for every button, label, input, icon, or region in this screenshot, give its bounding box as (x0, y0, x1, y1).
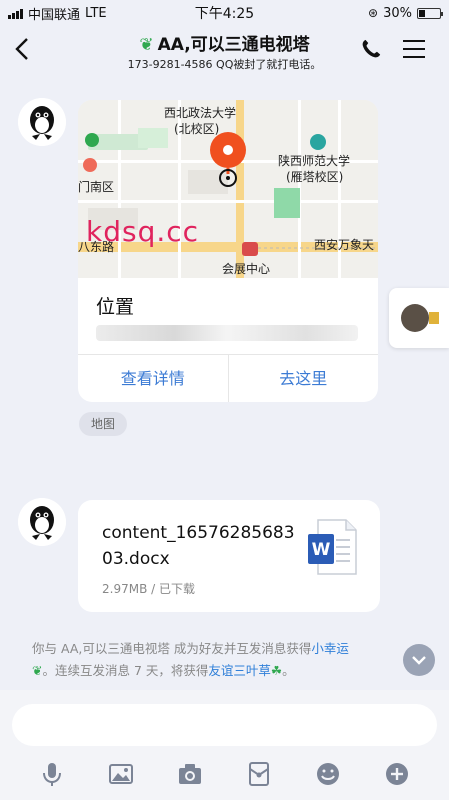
avatar[interactable] (18, 498, 66, 546)
sprout-icon: ❦ (32, 663, 43, 678)
image-icon[interactable] (107, 760, 135, 788)
floating-side-card[interactable] (389, 288, 449, 348)
input-toolbar (0, 756, 449, 792)
clover-icon: ☘ (270, 663, 283, 678)
red-packet-icon[interactable] (245, 760, 273, 788)
map-tag[interactable]: 地图 (79, 412, 128, 436)
chat-header: ❦ AA,可以三通电视塔 173-9281-4586 QQ被封了就打电话。 (0, 26, 449, 76)
map-label-school1: 西北政法大学 (164, 106, 237, 120)
network-type: LTE (85, 5, 107, 21)
input-area (0, 690, 449, 800)
carrier-name: 中国联通 (28, 7, 81, 23)
word-document-icon: W (308, 519, 357, 575)
location-actions: 查看详情 去这里 (78, 354, 378, 402)
penguin-avatar-icon (18, 98, 66, 146)
map-label-right: 西安万象天 (314, 238, 375, 252)
location-message-card[interactable]: 西北政法大学 (北校区) 陕西师范大学 (雁塔校区) 门南区 八东路 会展中心 … (78, 100, 378, 402)
signal-icon (8, 8, 23, 19)
map-label-school2-campus: (雁塔校区) (286, 170, 344, 184)
status-time: 下午4:25 (194, 6, 255, 22)
avatar[interactable] (18, 98, 66, 146)
status-bar: 中国联通 LTE 下午4:25 ⊛ 30% (0, 0, 449, 26)
view-details-button[interactable]: 查看详情 (78, 355, 228, 402)
friendship-clover-link[interactable]: 友谊三叶草 (208, 663, 271, 678)
phone-icon[interactable] (360, 38, 382, 60)
camera-icon[interactable] (176, 760, 204, 788)
file-name: content_1657628568303.docx (102, 523, 295, 569)
word-icon-letter: W (312, 540, 331, 560)
system-message: 你与 AA,可以三通电视塔 成为好友并互发消息获得小幸运 ❦。连续互发消息 7 天… (32, 638, 420, 682)
battery-icon (417, 7, 443, 19)
system-message-part: 你与 AA,可以三通电视塔 (32, 641, 170, 656)
navigate-here-button[interactable]: 去这里 (227, 355, 379, 402)
location-title: 位置 (96, 296, 135, 318)
rotation-lock-icon: ⊛ (368, 6, 379, 20)
chevron-down-icon (412, 656, 426, 665)
watermark-text: kdsq.cc (86, 215, 200, 248)
scroll-down-button[interactable] (403, 644, 435, 676)
file-message-card[interactable]: content_1657628568303.docx 2.97MB / 已下载 … (78, 500, 380, 612)
microphone-icon[interactable] (38, 760, 66, 788)
penguin-avatar-icon (18, 498, 66, 546)
emoji-icon[interactable] (314, 760, 342, 788)
system-message-part: 成为好友并互发消息获得 (169, 641, 312, 656)
plus-icon[interactable] (383, 760, 411, 788)
sprout-icon: ❦ (139, 35, 154, 55)
file-meta: 2.97MB / 已下载 (102, 582, 195, 596)
map-label-district: 门南区 (78, 180, 115, 194)
map-pin-icon (210, 132, 246, 187)
menu-icon[interactable] (403, 40, 425, 58)
message-input[interactable] (12, 704, 437, 746)
map-preview[interactable]: 西北政法大学 (北校区) 陕西师范大学 (雁塔校区) 门南区 八东路 会展中心 … (78, 100, 378, 278)
battery-percent: 30% (383, 5, 412, 21)
system-message-part: 。连续互发消息 7 天，将获得 (42, 663, 209, 678)
system-message-part: 。 (282, 663, 295, 678)
blurred-avatar-icon (401, 304, 439, 332)
map-label-center: 会展中心 (222, 262, 271, 276)
chat-title-text: AA,可以三通电视塔 (157, 35, 310, 55)
lucky-link[interactable]: 小幸运 (311, 641, 349, 656)
map-label-school2: 陕西师范大学 (278, 154, 351, 168)
location-address-redacted (96, 325, 358, 341)
